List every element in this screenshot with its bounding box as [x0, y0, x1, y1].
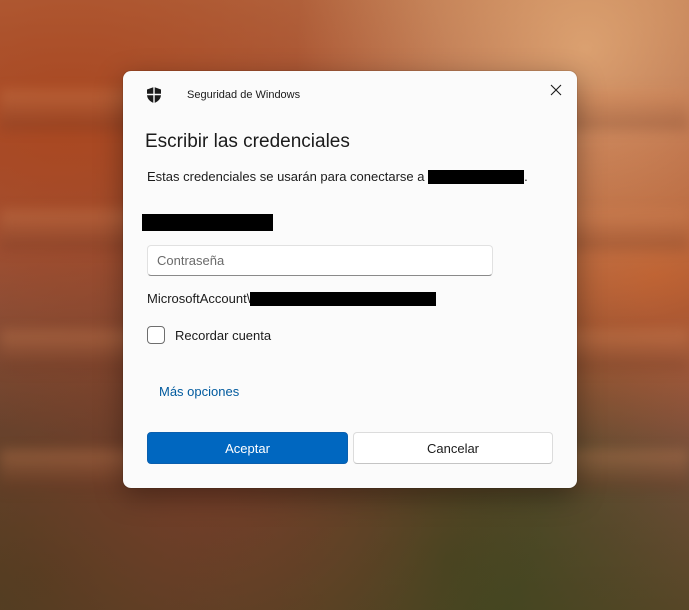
- remember-account-option[interactable]: Recordar cuenta: [147, 326, 271, 344]
- description-end: .: [524, 169, 528, 184]
- app-title: Seguridad de Windows: [187, 89, 301, 101]
- credentials-dialog: Seguridad de Windows Escribir las creden…: [123, 71, 577, 488]
- shield-icon: [147, 87, 161, 103]
- ok-button[interactable]: Aceptar: [147, 432, 348, 464]
- dialog-heading: Escribir las credenciales: [145, 131, 350, 152]
- cancel-button[interactable]: Cancelar: [353, 432, 553, 464]
- dialog-description: Estas credenciales se usarán para conect…: [147, 169, 528, 184]
- close-button[interactable]: [543, 77, 569, 103]
- redacted-account-id: [250, 291, 437, 306]
- account-name: MicrosoftAccount\: [147, 291, 437, 306]
- description-text: Estas credenciales se usarán para conect…: [147, 169, 425, 184]
- redacted-server-name: [428, 169, 525, 184]
- redacted-username: [142, 214, 273, 231]
- remember-checkbox[interactable]: [147, 326, 165, 344]
- remember-label: Recordar cuenta: [175, 327, 272, 343]
- account-prefix: MicrosoftAccount\: [147, 291, 251, 306]
- more-options-link[interactable]: Más opciones: [159, 384, 239, 399]
- password-field[interactable]: [147, 245, 493, 276]
- close-icon: [550, 84, 562, 96]
